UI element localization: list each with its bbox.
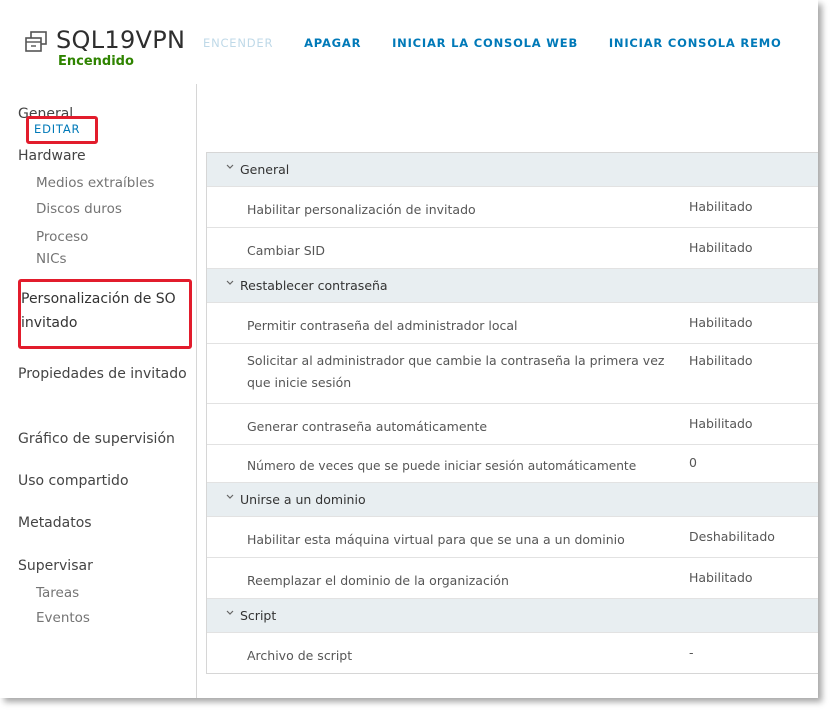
property-value: Deshabilitado [689, 529, 775, 544]
vm-action-bar: ENCENDER APAGAR INICIAR LA CONSOLA WEB I… [203, 36, 808, 50]
property-row: Cambiar SID Habilitado [207, 227, 818, 268]
settings-sidebar: General Hardware Medios extraíbles Disco… [0, 84, 197, 698]
chevron-down-icon [226, 164, 234, 169]
chevron-down-icon [226, 494, 234, 499]
property-row: Reemplazar el dominio de la organización… [207, 557, 818, 598]
sidebar-item-sharing[interactable]: Uso compartido [18, 473, 129, 489]
property-label: Solicitar al administrador que cambie la… [247, 353, 665, 390]
property-label: Archivo de script [247, 648, 353, 663]
section-header-join-domain[interactable]: Unirse a un dominio [207, 482, 818, 516]
launch-web-console-button[interactable]: INICIAR LA CONSOLA WEB [392, 36, 578, 50]
property-row: Solicitar al administrador que cambie la… [207, 343, 818, 403]
section-title: Unirse a un dominio [240, 492, 366, 507]
property-row: Número de veces que se puede iniciar ses… [207, 444, 818, 482]
launch-remote-console-button[interactable]: INICIAR CONSOLA REMO [609, 36, 782, 50]
section-title: General [240, 162, 290, 177]
vm-name-title: SQL19VPN [56, 26, 186, 54]
property-value: - [689, 645, 694, 660]
sidebar-item-metadata[interactable]: Metadatos [18, 515, 92, 531]
sidebar-item-hard-disks[interactable]: Discos duros [36, 201, 122, 217]
sidebar-item-removable-media[interactable]: Medios extraíbles [36, 175, 154, 191]
power-on-button[interactable]: ENCENDER [203, 36, 273, 50]
vm-power-status: Encendido [58, 54, 134, 69]
section-header-script[interactable]: Script [207, 598, 818, 632]
property-label: Cambiar SID [247, 243, 325, 258]
section-title: Restablecer contraseña [240, 278, 388, 293]
property-row: Generar contraseña automáticamente Habil… [207, 403, 818, 444]
property-value: Habilitado [689, 315, 753, 330]
sidebar-item-tasks[interactable]: Tareas [36, 585, 79, 601]
sidebar-item-monitoring-chart[interactable]: Gráfico de supervisión [18, 431, 175, 447]
sidebar-item-events[interactable]: Eventos [36, 610, 90, 626]
sidebar-item-monitor[interactable]: Supervisar [18, 558, 93, 574]
property-label: Habilitar personalización de invitado [247, 202, 476, 217]
property-value: Habilitado [689, 570, 753, 585]
power-off-button[interactable]: APAGAR [304, 36, 361, 50]
sidebar-item-guest-os-customization[interactable]: Personalización de SO invitado [21, 287, 191, 335]
section-header-general[interactable]: General [207, 153, 818, 186]
sidebar-item-nics[interactable]: NICs [36, 251, 67, 267]
property-row: Habilitar esta máquina virtual para que … [207, 516, 818, 557]
sidebar-item-guest-properties[interactable]: Propiedades de invitado [18, 362, 188, 386]
property-row: Habilitar personalización de invitado Ha… [207, 186, 818, 227]
sidebar-item-processor[interactable]: Proceso [36, 229, 88, 245]
chevron-down-icon [226, 610, 234, 615]
section-header-reset-password[interactable]: Restablecer contraseña [207, 268, 818, 302]
property-value: Habilitado [689, 240, 753, 255]
edit-button[interactable]: EDITAR [34, 122, 80, 136]
sidebar-item-hardware[interactable]: Hardware [18, 148, 86, 164]
property-label: Número de veces que se puede iniciar ses… [247, 459, 637, 473]
chevron-down-icon [226, 280, 234, 285]
vm-header: SQL19VPN Encendido ENCENDER APAGAR INICI… [0, 0, 818, 84]
property-value: Habilitado [689, 416, 753, 431]
section-title: Script [240, 608, 277, 623]
vm-summary-window: SQL19VPN Encendido ENCENDER APAGAR INICI… [0, 0, 818, 698]
properties-grid: General Habilitar personalización de inv… [206, 152, 818, 674]
virtual-machine-icon [24, 30, 48, 54]
property-value: 0 [689, 455, 697, 470]
property-label: Habilitar esta máquina virtual para que … [247, 532, 625, 547]
property-value: Habilitado [689, 353, 753, 368]
property-label: Generar contraseña automáticamente [247, 419, 488, 434]
property-row: Permitir contraseña del administrador lo… [207, 302, 818, 343]
property-label: Permitir contraseña del administrador lo… [247, 318, 518, 333]
property-value: Habilitado [689, 199, 753, 214]
property-label: Reemplazar el dominio de la organización [247, 573, 509, 588]
property-row: Archivo de script - [207, 632, 818, 673]
